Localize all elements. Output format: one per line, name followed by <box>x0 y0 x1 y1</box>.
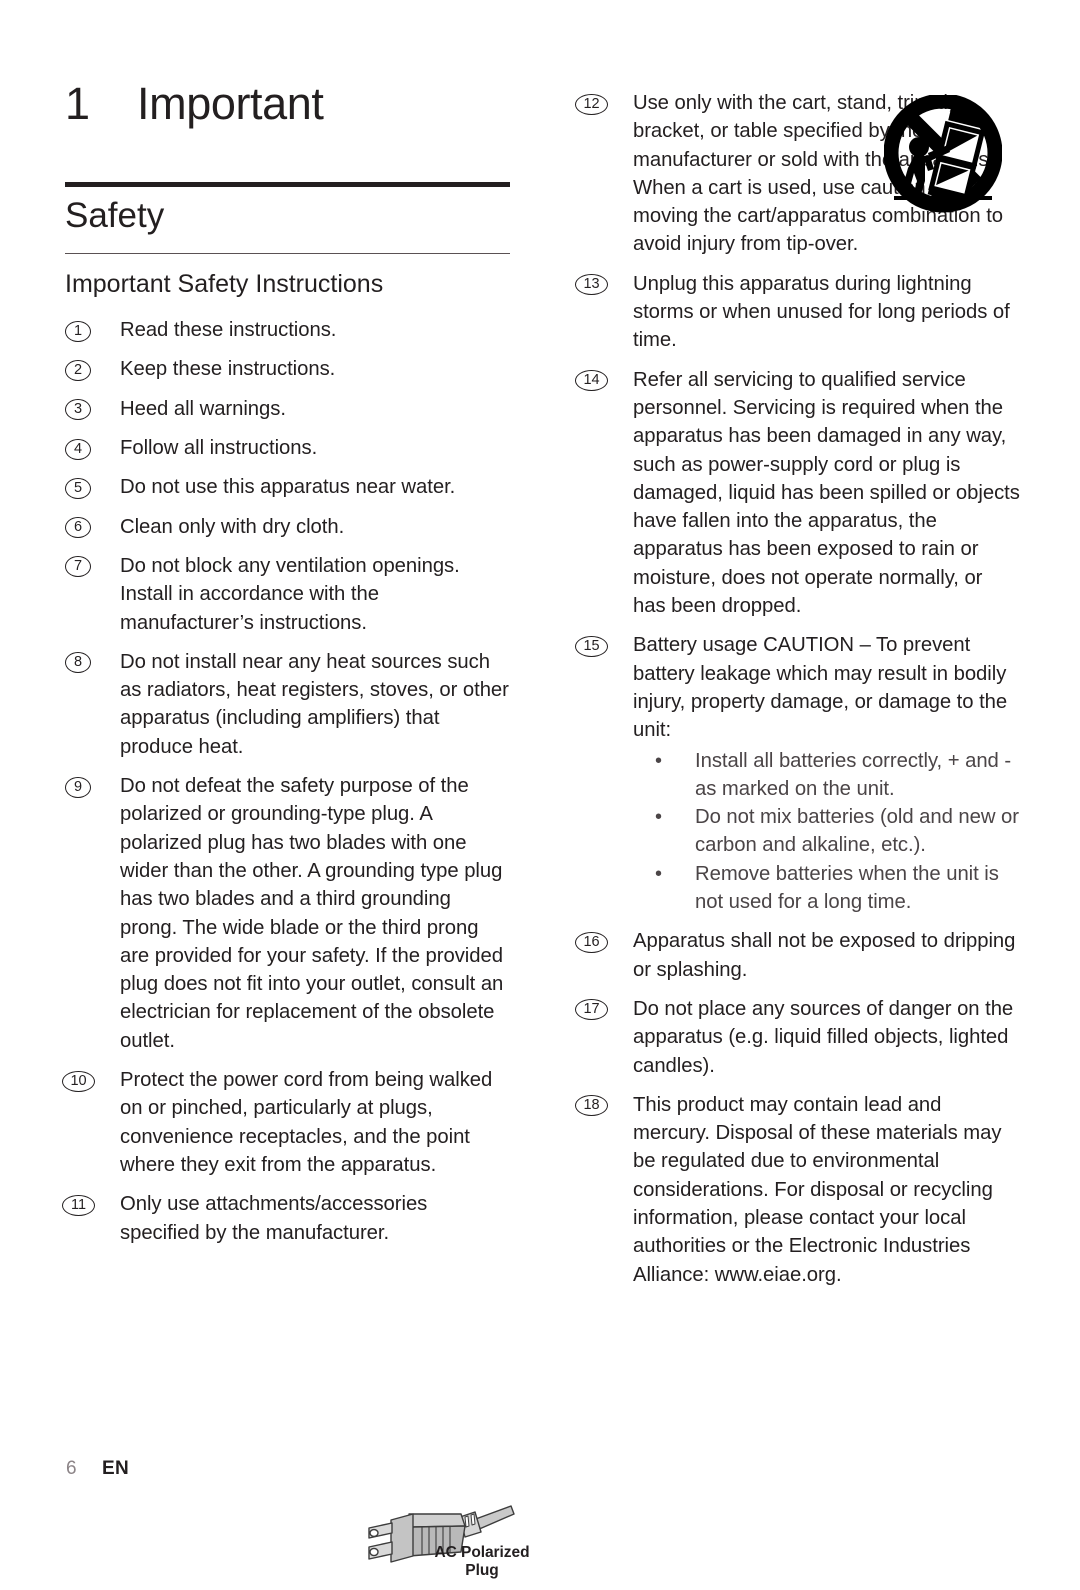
item-number-marker: 16 <box>575 931 608 953</box>
item-text: Heed all warnings. <box>120 397 286 420</box>
list-item: • Do not mix batteries (old and new or c… <box>633 803 1020 860</box>
item-number-marker: 12 <box>575 93 608 115</box>
section-title: Safety <box>65 196 165 236</box>
bullet-icon: • <box>655 749 662 772</box>
list-item: • Install all batteries correctly, + and… <box>633 747 1020 804</box>
item-text: Refer all servicing to qualified service… <box>633 368 1020 618</box>
list-item: 17 Do not place any sources of danger on… <box>575 995 1020 1080</box>
item-text: Do not place any sources of danger on th… <box>633 997 1014 1077</box>
footer-page-number: 6 <box>66 1458 77 1479</box>
bullet-icon: • <box>655 806 662 829</box>
list-item: 10 Protect the power cord from being wal… <box>62 1066 510 1179</box>
item-text: Apparatus shall not be exposed to drippi… <box>633 930 1016 981</box>
list-item: 7 Do not block any ventilation openings.… <box>65 552 510 637</box>
safety-instructions-list-right: 12 Use only with the cart, stand, tripod… <box>575 89 1020 1289</box>
item-number-marker: 18 <box>575 1095 608 1117</box>
item-number-marker: 15 <box>575 635 608 657</box>
list-item: 18 This product may contain lead and mer… <box>575 1091 1020 1289</box>
chapter-title-text: Important <box>137 78 324 129</box>
item-text: Keep these instructions. <box>120 358 336 381</box>
subsection-title: Important Safety Instructions <box>65 270 384 299</box>
item-number-marker: 2 <box>65 359 91 381</box>
list-item: 9 Do not defeat the safety purpose of th… <box>65 772 530 1579</box>
item-text: Battery usage CAUTION – To prevent batte… <box>633 634 1008 742</box>
list-item: 4 Follow all instructions. <box>65 434 510 462</box>
page-title: 1 Important <box>65 78 510 129</box>
list-item: 8 Do not install near any heat sources s… <box>65 648 510 761</box>
item-text: Follow all instructions. <box>120 437 318 460</box>
chapter-number: 1 <box>65 78 90 129</box>
list-item: 12 Use only with the cart, stand, tripod… <box>575 89 1020 259</box>
item-text: This product may contain lead and mercur… <box>633 1093 1002 1286</box>
item-number-marker: 17 <box>575 999 608 1021</box>
right-column: 12 Use only with the cart, stand, tripod… <box>575 89 1020 1289</box>
list-item: 6 Clean only with dry cloth. <box>65 513 510 541</box>
item-number-marker: 14 <box>575 370 608 392</box>
plug-caption-line1: AC Polarized <box>434 1544 530 1562</box>
item-text: Do not install near any heat sources suc… <box>120 650 509 758</box>
list-item: 3 Heed all warnings. <box>65 395 510 423</box>
item-number-marker: 1 <box>65 320 91 342</box>
list-item: 14 Refer all servicing to qualified serv… <box>575 366 1020 621</box>
plug-caption-line2: Plug <box>465 1562 499 1580</box>
bullet-icon: • <box>655 862 662 885</box>
safety-instructions-list-left: 1 Read these instructions. 2 Keep these … <box>62 316 530 1579</box>
item-text: Clean only with dry cloth. <box>120 515 345 538</box>
page-footer: 6 EN <box>66 1458 129 1480</box>
item-number-marker: 6 <box>65 517 91 539</box>
list-item: 13 Unplug this apparatus during lightnin… <box>575 270 1020 355</box>
item-number-marker: 7 <box>65 556 91 578</box>
item-number-marker: 8 <box>65 652 91 674</box>
item-text: Do not block any ventilation openings. I… <box>120 554 460 634</box>
bullet-text: Do not mix batteries (old and new or car… <box>695 806 1019 857</box>
plug-caption: AC Polarized Plug <box>417 1544 547 1580</box>
cart-tip-over-warning-icon <box>884 95 1002 220</box>
list-item: 2 Keep these instructions. <box>65 355 510 383</box>
item-text: Do not use this apparatus near water. <box>120 476 456 499</box>
item-number-marker: 13 <box>575 274 608 296</box>
bullet-text: Install all batteries correctly, + and -… <box>695 749 1012 800</box>
battery-caution-bullet-list: • Install all batteries correctly, + and… <box>633 747 1020 917</box>
item-text: Do not defeat the safety purpose of the … <box>120 775 504 1052</box>
item-text: Read these instructions. <box>120 319 337 342</box>
list-item: 16 Apparatus shall not be exposed to dri… <box>575 927 1020 984</box>
item-number-marker: 11 <box>62 1194 95 1216</box>
item-number-marker: 4 <box>65 438 91 460</box>
item-number-marker: 5 <box>65 477 91 499</box>
list-item: 11 Only use attachments/accessories spec… <box>62 1190 510 1247</box>
bullet-text: Remove batteries when the unit is not us… <box>695 862 999 914</box>
list-item: • Remove batteries when the unit is not … <box>633 860 1020 917</box>
item-number-marker: 10 <box>62 1070 95 1092</box>
left-column: 1 Important Safety Important Safety Instr… <box>62 78 530 1579</box>
list-item: 15 Battery usage CAUTION – To prevent ba… <box>575 631 1020 917</box>
item-text: Protect the power cord from being walked… <box>120 1069 493 1176</box>
footer-language-code: EN <box>102 1458 129 1479</box>
manual-page: 1 Important Safety Important Safety Instr… <box>0 0 1080 1579</box>
item-text: Only use attachments/accessories specifi… <box>120 1193 428 1244</box>
item-number-marker: 3 <box>65 399 91 421</box>
list-item: 1 Read these instructions. <box>65 316 510 344</box>
item-text: Unplug this apparatus during lightning s… <box>633 272 1010 352</box>
item-number-marker: 9 <box>65 776 91 798</box>
list-item: 5 Do not use this apparatus near water. <box>65 473 510 501</box>
